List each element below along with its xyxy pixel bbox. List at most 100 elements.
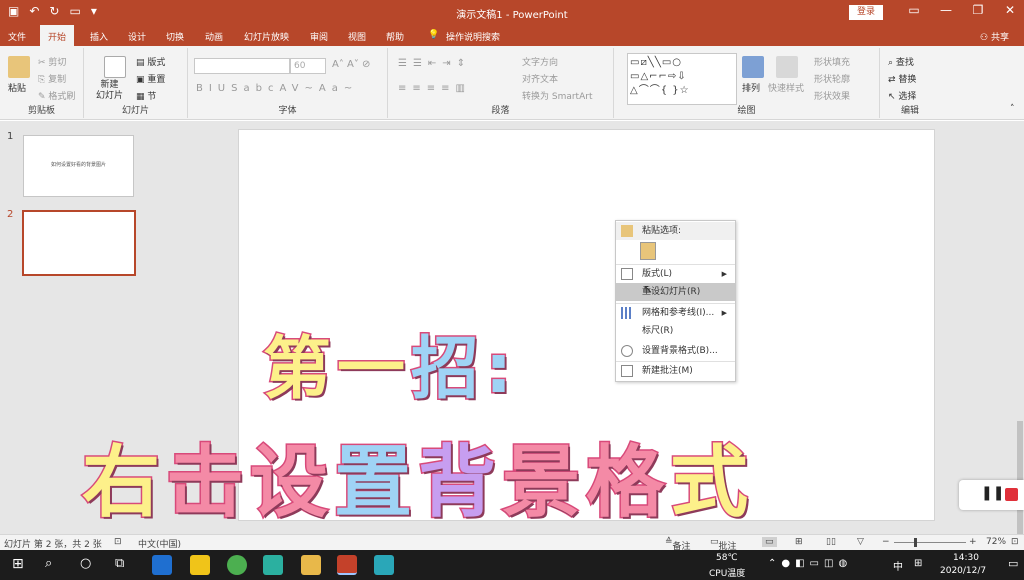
context-item-grid[interactable]: 网格和参考线(I)... ▶	[616, 304, 735, 322]
text-direction-button[interactable]: 文字方向	[522, 55, 558, 68]
thumb-number-1: 1	[7, 131, 14, 142]
fit-to-window-icon[interactable]: ⊡	[1011, 537, 1019, 547]
app-icon[interactable]	[227, 555, 247, 575]
search-icon[interactable]: ⌕	[45, 556, 52, 571]
clock-time[interactable]: 14:30	[953, 553, 979, 563]
font-name-combo[interactable]	[194, 58, 290, 74]
login-button[interactable]: 登录	[849, 5, 883, 20]
zoom-slider[interactable]	[894, 542, 966, 543]
zoom-slider-thumb[interactable]	[914, 538, 917, 547]
shape-fill-button[interactable]: 形状填充	[814, 55, 850, 68]
media-player-icon[interactable]	[263, 555, 283, 575]
edge-browser-icon[interactable]	[152, 555, 172, 575]
quick-styles-icon[interactable]	[776, 56, 798, 78]
windows-start-icon[interactable]: ⊞	[12, 556, 24, 572]
language-indicator[interactable]: 中文(中国)	[138, 537, 181, 550]
context-item-layout[interactable]: 版式(L) ▶	[616, 265, 735, 283]
collapse-ribbon-icon[interactable]: ˄	[1010, 104, 1015, 114]
cut-label: 剪切	[48, 58, 67, 68]
cortana-icon[interactable]: ○	[80, 556, 91, 571]
person-icon: ⚇	[980, 33, 991, 43]
lightbulb-icon: 💡	[428, 30, 440, 40]
ime-mode-icon[interactable]: ⊞	[914, 558, 922, 569]
smartart-button[interactable]: 转换为 SmartArt	[522, 89, 592, 102]
font-size-combo[interactable]: 60	[290, 58, 326, 74]
font-format-buttons[interactable]: BIUSabcAV~Aa~	[196, 83, 358, 94]
normal-view-icon[interactable]: ▭	[762, 537, 777, 547]
new-comment-label: 新建批注(M)	[642, 366, 693, 376]
caption-char: :	[484, 329, 519, 411]
sticky-notes-icon[interactable]	[190, 555, 210, 575]
ribbon-display-options-icon[interactable]: ▭	[898, 3, 930, 17]
context-item-new-comment[interactable]: 新建批注(M)	[616, 362, 735, 380]
shapes-gallery[interactable]: ▭⧄╲╲▭○ ▭△⌐⌐⇨⇩ △⌒⌒{ }☆	[627, 53, 737, 105]
notification-icon[interactable]: ▭	[1008, 557, 1018, 570]
context-item-reset-slide[interactable]: 重设幻灯片(R)	[616, 283, 735, 301]
reset-button[interactable]: ▣ 重置	[136, 72, 165, 85]
close-button[interactable]: ✕	[994, 3, 1024, 17]
tab-slideshow[interactable]: 幻灯片放映	[244, 30, 289, 43]
copy-button[interactable]: ⎘ 复制	[38, 72, 66, 85]
tab-design[interactable]: 设计	[128, 30, 146, 43]
tab-help[interactable]: 帮助	[386, 30, 404, 43]
tab-review[interactable]: 审阅	[310, 30, 328, 43]
list-buttons[interactable]: ☰☰⇤⇥⇕	[398, 58, 471, 69]
align-text-button[interactable]: 对齐文本	[522, 72, 558, 85]
slide-thumbnail-2[interactable]	[22, 210, 136, 276]
slide-thumbnail-1[interactable]: 如何设置好看的背景图片	[23, 135, 134, 197]
shape-outline-button[interactable]: 形状轮廓	[814, 72, 850, 85]
select-button[interactable]: ↖ 选择	[888, 89, 916, 102]
zoom-out-icon[interactable]: −	[882, 537, 890, 547]
tab-animations[interactable]: 动画	[205, 30, 223, 43]
zoom-level[interactable]: 72%	[986, 537, 1006, 547]
ime-indicator[interactable]: 中	[893, 558, 903, 573]
caption-char: 式	[669, 437, 755, 530]
comments-button[interactable]: ▭ 批注	[710, 537, 737, 552]
paste-icon[interactable]	[8, 56, 30, 78]
shape-effects-button[interactable]: 形状效果	[814, 89, 850, 102]
section-button[interactable]: ▦ 节	[136, 89, 156, 102]
minimize-button[interactable]: —	[930, 3, 962, 17]
file-explorer-icon[interactable]	[301, 555, 321, 575]
vertical-scrollbar[interactable]	[1016, 121, 1024, 561]
layout-button[interactable]: ▤ 版式	[136, 55, 165, 68]
system-tray-icons[interactable]: ⌃●◧▭◫◍	[768, 558, 852, 569]
group-font: 60 A˄ A˅ ⊘ BIUSabcAV~Aa~ 字体	[188, 48, 388, 118]
spellcheck-icon[interactable]: ⊡	[114, 537, 122, 547]
tab-view[interactable]: 视图	[348, 30, 366, 43]
temperature-readout: 58℃	[716, 553, 738, 563]
context-item-ruler[interactable]: 标尺(R)	[616, 322, 735, 340]
new-slide-button[interactable]: 新建 幻灯片	[96, 80, 123, 102]
notes-button[interactable]: ≙ 备注	[665, 537, 691, 552]
reading-view-icon[interactable]: ▯▯	[826, 537, 836, 547]
arrange-icon[interactable]	[742, 56, 764, 78]
new-slide-icon[interactable]	[104, 56, 126, 78]
tab-transitions[interactable]: 切换	[166, 30, 184, 43]
format-painter-button[interactable]: ✎ 格式刷	[38, 89, 75, 102]
paste-keep-formatting-icon[interactable]	[640, 242, 656, 260]
screen-recorder-taskbar-icon[interactable]	[374, 555, 394, 575]
tab-file[interactable]: 文件	[8, 30, 26, 43]
tell-me-search[interactable]: 操作说明搜索	[446, 30, 500, 43]
replace-button[interactable]: ⇄ 替换	[888, 72, 916, 85]
font-size-buttons[interactable]: A˄ A˅ ⊘	[332, 59, 370, 70]
restore-button[interactable]: ❐	[962, 3, 994, 17]
clock-date[interactable]: 2020/12/7	[940, 566, 986, 576]
pause-icon[interactable]: ❚❚	[981, 485, 1004, 501]
zoom-in-icon[interactable]: +	[969, 537, 977, 547]
stop-icon[interactable]	[1005, 488, 1018, 501]
slideshow-icon[interactable]: ▽	[857, 537, 864, 547]
slide-sorter-icon[interactable]: ⊞	[795, 537, 803, 547]
align-buttons[interactable]: ≡≡≡≡▥	[398, 83, 471, 94]
quick-styles-button[interactable]: 快速样式	[768, 81, 804, 94]
powerpoint-taskbar-icon[interactable]	[337, 555, 357, 575]
tab-home[interactable]: 开始	[40, 25, 75, 46]
paste-button[interactable]: 粘贴	[8, 81, 26, 94]
context-item-format-background[interactable]: 设置背景格式(B)...	[616, 342, 735, 360]
cut-button[interactable]: ✂ 剪切	[38, 55, 66, 68]
tab-insert[interactable]: 插入	[90, 30, 108, 43]
share-button[interactable]: ⚇ 共享	[980, 30, 1009, 43]
arrange-button[interactable]: 排列	[742, 81, 760, 94]
find-button[interactable]: ⌕ 查找	[888, 55, 914, 68]
task-view-icon[interactable]: ⧉	[115, 556, 124, 571]
